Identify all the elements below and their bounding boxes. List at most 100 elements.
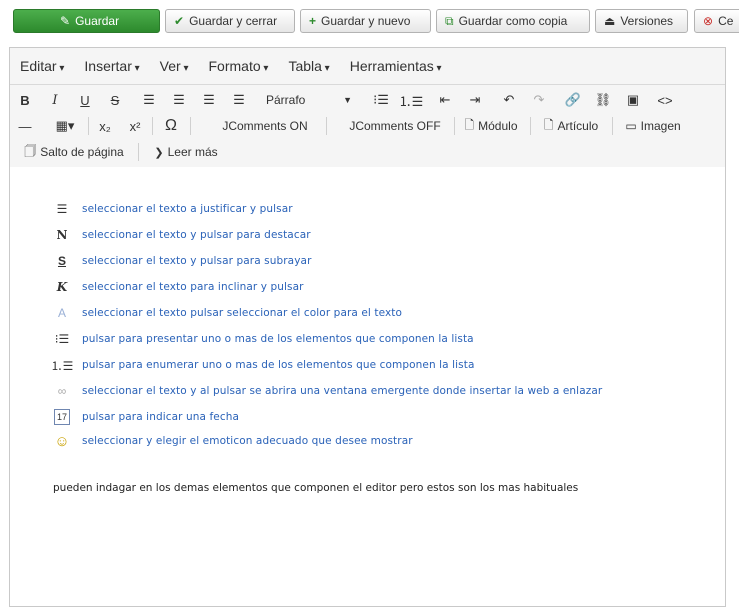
menu-formato[interactable]: Formato [209, 58, 269, 74]
separator [530, 117, 531, 135]
superscript-icon[interactable]: x² [126, 115, 144, 137]
document-icon: 🗋 [464, 117, 475, 132]
modulo-button[interactable]: 🗋 Módulo [458, 115, 524, 137]
link-icon: ∞ [57, 384, 67, 398]
align-right-icon[interactable]: ☰ [200, 89, 218, 111]
list-item: S seleccionar el texto y pulsar para sub… [54, 251, 311, 271]
separator [612, 117, 613, 135]
save-button[interactable]: ✎ Guardar [13, 9, 160, 33]
bullet-list-icon[interactable]: ⁝☰ [372, 89, 390, 111]
copy-icon: ⧉ [445, 13, 454, 28]
list-item: ∞ seleccionar el texto y al pulsar se ab… [54, 381, 602, 401]
menu-editar[interactable]: Editar [20, 58, 64, 74]
menu-herramientas[interactable]: Herramientas [350, 58, 442, 74]
check-icon: ✔ [174, 14, 185, 28]
calendar-icon: 17 [54, 409, 70, 425]
list-item: A seleccionar el texto pulsar selecciona… [54, 303, 402, 323]
redo-icon[interactable]: ↷ [530, 89, 548, 111]
format-select-value: Párrafo [266, 93, 306, 107]
omega-icon[interactable]: Ω [160, 115, 182, 137]
undo-icon[interactable]: ↶ [500, 89, 518, 111]
versions-label: Versiones [620, 14, 674, 28]
underline-icon[interactable]: U [76, 89, 94, 111]
cancel-icon: ⊗ [703, 14, 714, 28]
cancel-label: Ce [718, 14, 734, 28]
line-text: seleccionar el texto para inclinar y pul… [82, 281, 304, 293]
archive-icon: ⏏ [604, 14, 616, 28]
italic-icon[interactable]: I [46, 89, 64, 111]
separator [138, 143, 139, 161]
numbered-list-icon: ⒈☰ [50, 358, 74, 373]
page-break-label: Salto de página [40, 145, 124, 159]
chevron-down-icon: ❯ [154, 146, 164, 159]
list-item: 17 pulsar para indicar una fecha [54, 407, 239, 427]
separator [326, 117, 327, 135]
save-new-label: Guardar y nuevo [321, 14, 411, 28]
unlink-icon[interactable]: ⛓ [594, 89, 612, 111]
image-icon[interactable]: ▣ [624, 89, 642, 111]
articulo-button[interactable]: 🗋 Artículo [536, 115, 606, 137]
jcomments-on-button[interactable]: JComments ON [210, 115, 320, 137]
save-close-button[interactable]: ✔ Guardar y cerrar [165, 9, 295, 33]
bold-icon[interactable]: B [16, 89, 34, 111]
bold-n-icon: N [56, 228, 68, 242]
code-icon[interactable]: <> [654, 89, 676, 111]
menu-tabla[interactable]: Tabla [288, 58, 329, 74]
list-item: ☰ seleccionar el texto a justificar y pu… [54, 199, 293, 219]
footer-text: pueden indagar en los demas elementos qu… [53, 482, 579, 494]
page-break-icon: 🗍 [24, 143, 37, 158]
editor-content[interactable]: ☰ seleccionar el texto a justificar y pu… [10, 167, 725, 606]
save-copy-label: Guardar como copia [458, 14, 568, 28]
imagen-button[interactable]: ▭ Imagen [618, 115, 688, 137]
align-left-icon[interactable]: ☰ [140, 89, 158, 111]
smiley-icon: ☺ [54, 432, 70, 450]
table-icon[interactable]: ▦▾ [50, 115, 80, 137]
line-text: seleccionar el texto y pulsar para desta… [82, 229, 311, 241]
align-justify-icon[interactable]: ☰ [230, 89, 248, 111]
line-text: seleccionar y elegir el emoticon adecuad… [82, 435, 413, 447]
save-label: Guardar [75, 14, 120, 28]
editor-toolbar: B I U S ☰ ☰ ☰ ☰ Párrafo ▼ ⁝☰ ⒈☰ ⇤ ⇥ ↶ ↷ … [10, 85, 725, 168]
justify-icon: ☰ [56, 202, 68, 216]
separator [190, 117, 191, 135]
plus-icon: + [309, 14, 317, 28]
menu-insertar[interactable]: Insertar [84, 58, 139, 74]
list-item: ⁝☰ pulsar para presentar uno o mas de lo… [54, 329, 474, 349]
picture-icon: ▭ [625, 119, 637, 133]
imagen-label: Imagen [640, 119, 681, 133]
list-item: ⒈☰ pulsar para enumerar uno o mas de los… [50, 355, 475, 375]
save-copy-button[interactable]: ⧉ Guardar como copia [436, 9, 590, 33]
list-item: K seleccionar el texto para inclinar y p… [54, 277, 304, 297]
indent-icon[interactable]: ⇥ [466, 89, 484, 111]
save-new-button[interactable]: + Guardar y nuevo [300, 9, 431, 33]
underline-s-icon: S [57, 254, 66, 268]
format-select[interactable]: Párrafo ▼ [260, 89, 358, 111]
document-icon: 🗋 [543, 117, 554, 132]
editor-menubar: Editar Insertar Ver Formato Tabla Herram… [10, 48, 725, 85]
versions-button[interactable]: ⏏ Versiones [595, 9, 688, 33]
link-icon[interactable]: 🔗 [564, 89, 582, 111]
line-text: pulsar para indicar una fecha [82, 411, 240, 423]
line-text: seleccionar el texto a justificar y puls… [82, 203, 293, 215]
line-text: seleccionar el texto y al pulsar se abri… [82, 385, 603, 397]
top-toolbar: ✎ Guardar ✔ Guardar y cerrar + Guardar y… [0, 0, 739, 42]
numbered-list-icon[interactable]: ⒈☰ [399, 89, 424, 111]
separator [88, 117, 89, 135]
line-text: seleccionar el texto pulsar seleccionar … [82, 307, 403, 319]
align-center-icon[interactable]: ☰ [170, 89, 188, 111]
menu-ver[interactable]: Ver [160, 58, 189, 74]
jcomments-off-button[interactable]: JComments OFF [340, 115, 450, 137]
modulo-label: Módulo [478, 119, 518, 133]
line-text: seleccionar el texto y pulsar para subra… [82, 255, 312, 267]
horizontal-line-icon[interactable]: — [16, 115, 34, 137]
articulo-label: Artículo [557, 119, 599, 133]
line-text: pulsar para presentar uno o mas de los e… [82, 333, 474, 345]
page-break-button[interactable]: 🗍 Salto de página [16, 141, 132, 163]
strikethrough-icon[interactable]: S [106, 89, 124, 111]
read-more-button[interactable]: ❯ Leer más [146, 141, 226, 163]
cancel-button[interactable]: ⊗ Ce [694, 9, 739, 33]
outdent-icon[interactable]: ⇤ [436, 89, 454, 111]
chevron-down-icon: ▼ [343, 95, 352, 105]
bullet-list-icon: ⁝☰ [54, 332, 70, 346]
subscript-icon[interactable]: x₂ [96, 115, 114, 137]
